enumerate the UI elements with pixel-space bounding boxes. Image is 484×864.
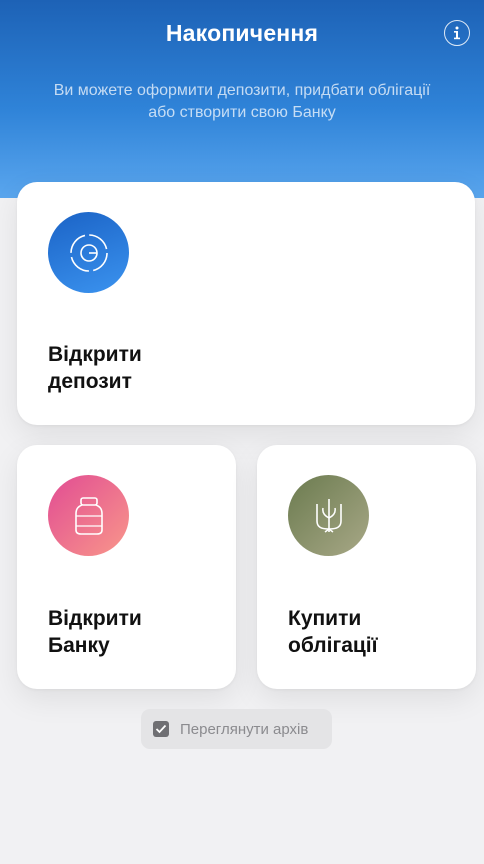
header-subtitle: Ви можете оформити депозити, придбати об… [53, 82, 431, 121]
buy-bonds-label: Купити облігації [288, 607, 378, 657]
open-deposit-label: Відкрити депозит [48, 343, 142, 393]
view-archive-button[interactable]: Переглянути архів [141, 709, 332, 749]
open-deposit-card[interactable]: Відкрити депозит [17, 182, 475, 425]
deposit-icon [69, 233, 108, 272]
trident-icon [315, 498, 342, 533]
open-jar-label: Відкрити Банку [48, 607, 142, 657]
view-archive-label: Переглянути архів [180, 720, 309, 738]
open-jar-card[interactable]: Відкрити Банку [17, 445, 236, 689]
jar-icon-circle [48, 475, 129, 556]
info-icon [454, 26, 460, 40]
deposit-icon-circle [48, 212, 129, 293]
buy-bonds-card[interactable]: Купити облігації [257, 445, 476, 689]
jar-icon [74, 496, 103, 535]
info-button[interactable] [444, 20, 470, 46]
header: Накопичення Ви можете оформити депозити,… [0, 0, 484, 198]
page-title: Накопичення [165, 20, 319, 46]
archive-checkbox-icon [153, 721, 169, 737]
trident-icon-circle [288, 475, 369, 556]
